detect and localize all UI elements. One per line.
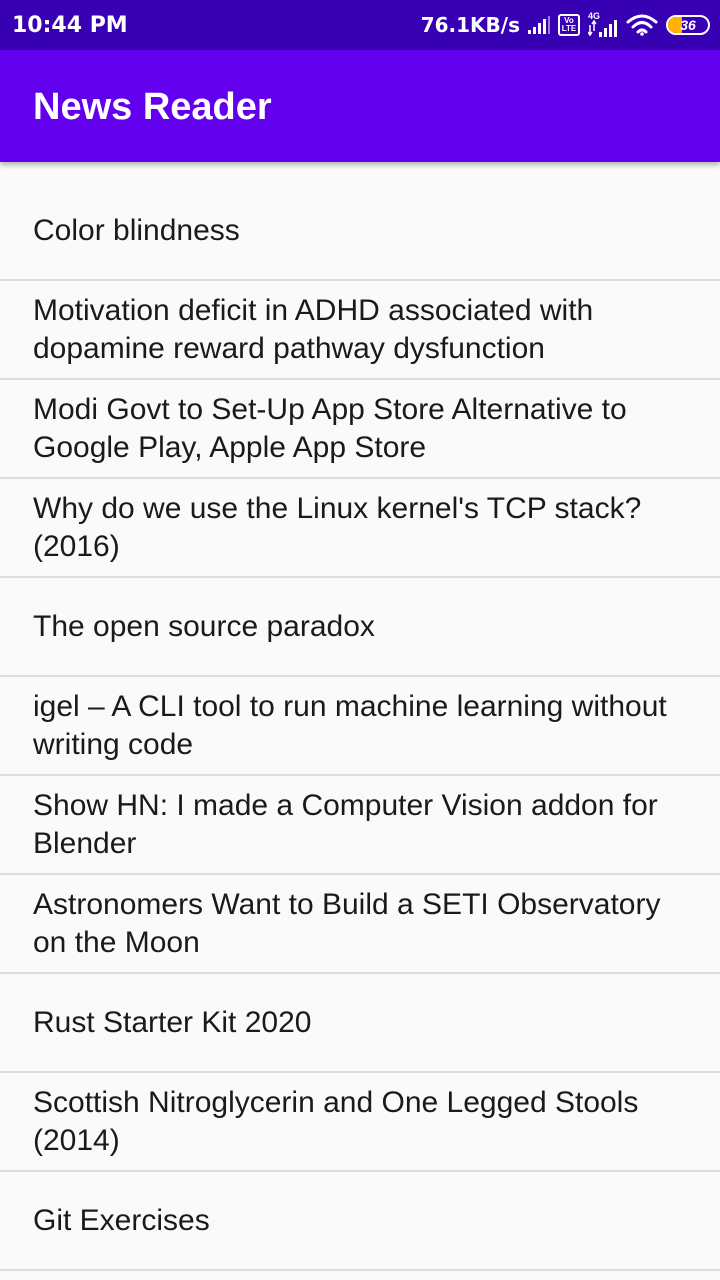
news-item[interactable]: The open source paradox	[0, 578, 720, 677]
news-item[interactable]: Scottish Nitroglycerin and One Legged St…	[0, 1073, 720, 1172]
news-item[interactable]: Modi Govt to Set-Up App Store Alternativ…	[0, 380, 720, 479]
news-list: Color blindness Motivation deficit in ADH…	[0, 182, 720, 1271]
status-bar: 10:44 PM 76.1KB/s Vo LTE 4G 36	[0, 0, 720, 50]
news-item-title: Rust Starter Kit 2020	[33, 1005, 312, 1039]
news-item[interactable]: Rust Starter Kit 2020	[0, 974, 720, 1073]
news-item[interactable]: igel – A CLI tool to run machine learnin…	[0, 677, 720, 776]
news-item[interactable]: Astronomers Want to Build a SETI Observa…	[0, 875, 720, 974]
news-item[interactable]: Motivation deficit in ADHD associated wi…	[0, 281, 720, 380]
news-item-title: Color blindness	[33, 213, 240, 247]
news-item[interactable]: Color blindness	[0, 182, 720, 281]
news-item-title: Why do we use the Linux kernel's TCP sta…	[33, 491, 642, 563]
news-item[interactable]: Why do we use the Linux kernel's TCP sta…	[0, 479, 720, 578]
news-item-title: Motivation deficit in ADHD associated wi…	[33, 293, 594, 365]
4g-signal-icon: 4G	[588, 11, 618, 37]
app-bar: News Reader	[0, 50, 720, 162]
battery-icon: 36	[666, 15, 710, 35]
news-item-title: igel – A CLI tool to run machine learnin…	[33, 689, 667, 761]
news-item[interactable]: Show HN: I made a Computer Vision addon …	[0, 776, 720, 875]
status-icons: 76.1KB/s Vo LTE 4G 36	[421, 10, 710, 40]
status-time: 10:44 PM	[12, 13, 128, 38]
app-title: News Reader	[33, 86, 272, 128]
network-speed: 76.1KB/s	[420, 13, 520, 37]
volte-icon: Vo LTE	[558, 14, 580, 36]
news-item-title: Scottish Nitroglycerin and One Legged St…	[33, 1085, 639, 1157]
signal-icon	[528, 16, 550, 34]
volte-bottom-label: LTE	[561, 24, 577, 33]
news-item-title: Astronomers Want to Build a SETI Observa…	[33, 887, 661, 959]
news-item-title: The open source paradox	[33, 609, 375, 643]
news-item-title: Modi Govt to Set-Up App Store Alternativ…	[33, 392, 627, 464]
battery-level: 36	[680, 17, 696, 33]
news-item-title: Show HN: I made a Computer Vision addon …	[33, 788, 658, 860]
wifi-icon	[626, 14, 658, 36]
news-item-title: Git Exercises	[33, 1203, 210, 1237]
news-item[interactable]: Git Exercises	[0, 1172, 720, 1271]
